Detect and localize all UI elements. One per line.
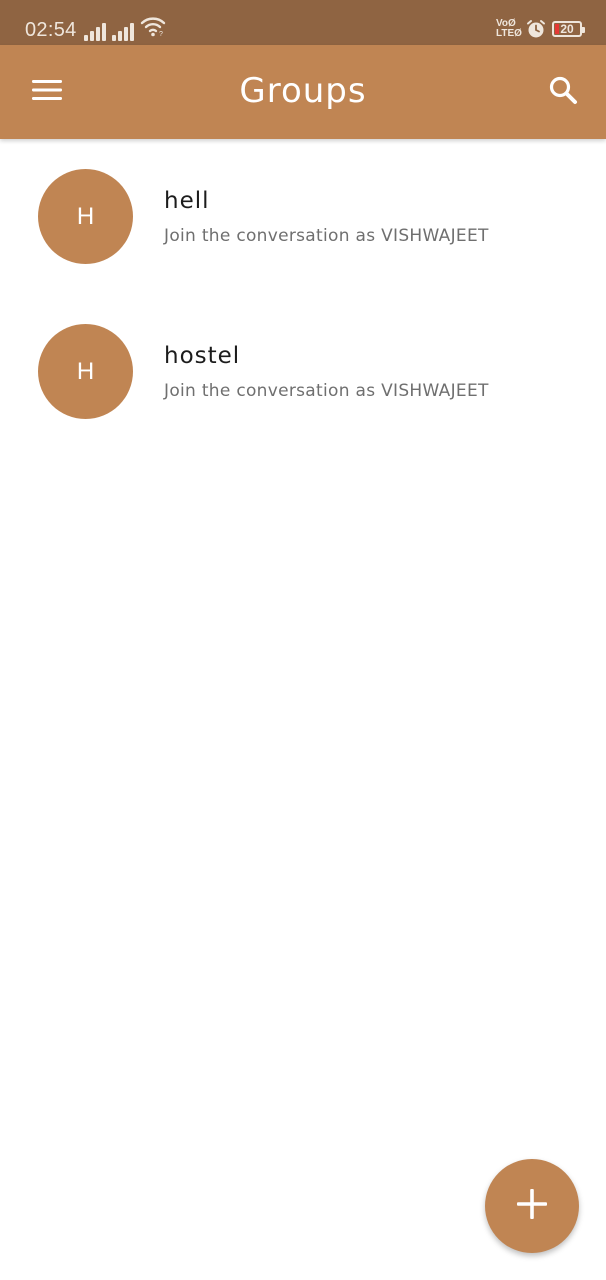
search-button[interactable]: [538, 67, 588, 117]
signal-icon: [84, 21, 106, 41]
group-list: H hell Join the conversation as VISHWAJE…: [0, 139, 606, 449]
search-icon: [547, 74, 579, 110]
svg-text:?: ?: [159, 31, 163, 37]
add-group-button[interactable]: [485, 1159, 579, 1253]
volte-bottom-label: LTEØ: [496, 28, 522, 39]
group-name: hostel: [164, 343, 241, 369]
avatar: H: [38, 169, 133, 264]
status-icons-left: ?: [84, 17, 166, 41]
app-bar: Groups: [0, 45, 606, 139]
plus-icon: [515, 1187, 549, 1225]
avatar: H: [38, 324, 133, 419]
battery-level: 20: [560, 22, 574, 36]
status-time: 02:54: [25, 19, 77, 41]
page-title: Groups: [239, 71, 367, 111]
group-list-item[interactable]: H hostel Join the conversation as VISHWA…: [0, 294, 606, 449]
status-icons-right: VoØ LTEØ 20: [496, 16, 585, 42]
group-name: hell: [164, 188, 210, 214]
group-list-item[interactable]: H hell Join the conversation as VISHWAJE…: [0, 139, 606, 294]
group-subtitle: Join the conversation as VISHWAJEET: [164, 381, 489, 401]
alarm-icon: [526, 19, 546, 39]
battery-icon: 20: [552, 21, 585, 37]
battery-fill: [555, 24, 559, 34]
wifi-icon: ?: [140, 15, 166, 41]
status-bar: 02:54 ? VoØ LTEØ 20: [0, 0, 606, 45]
volte-icon: VoØ LTEØ: [496, 19, 522, 39]
group-subtitle: Join the conversation as VISHWAJEET: [164, 226, 489, 246]
signal-icon: [112, 21, 134, 41]
